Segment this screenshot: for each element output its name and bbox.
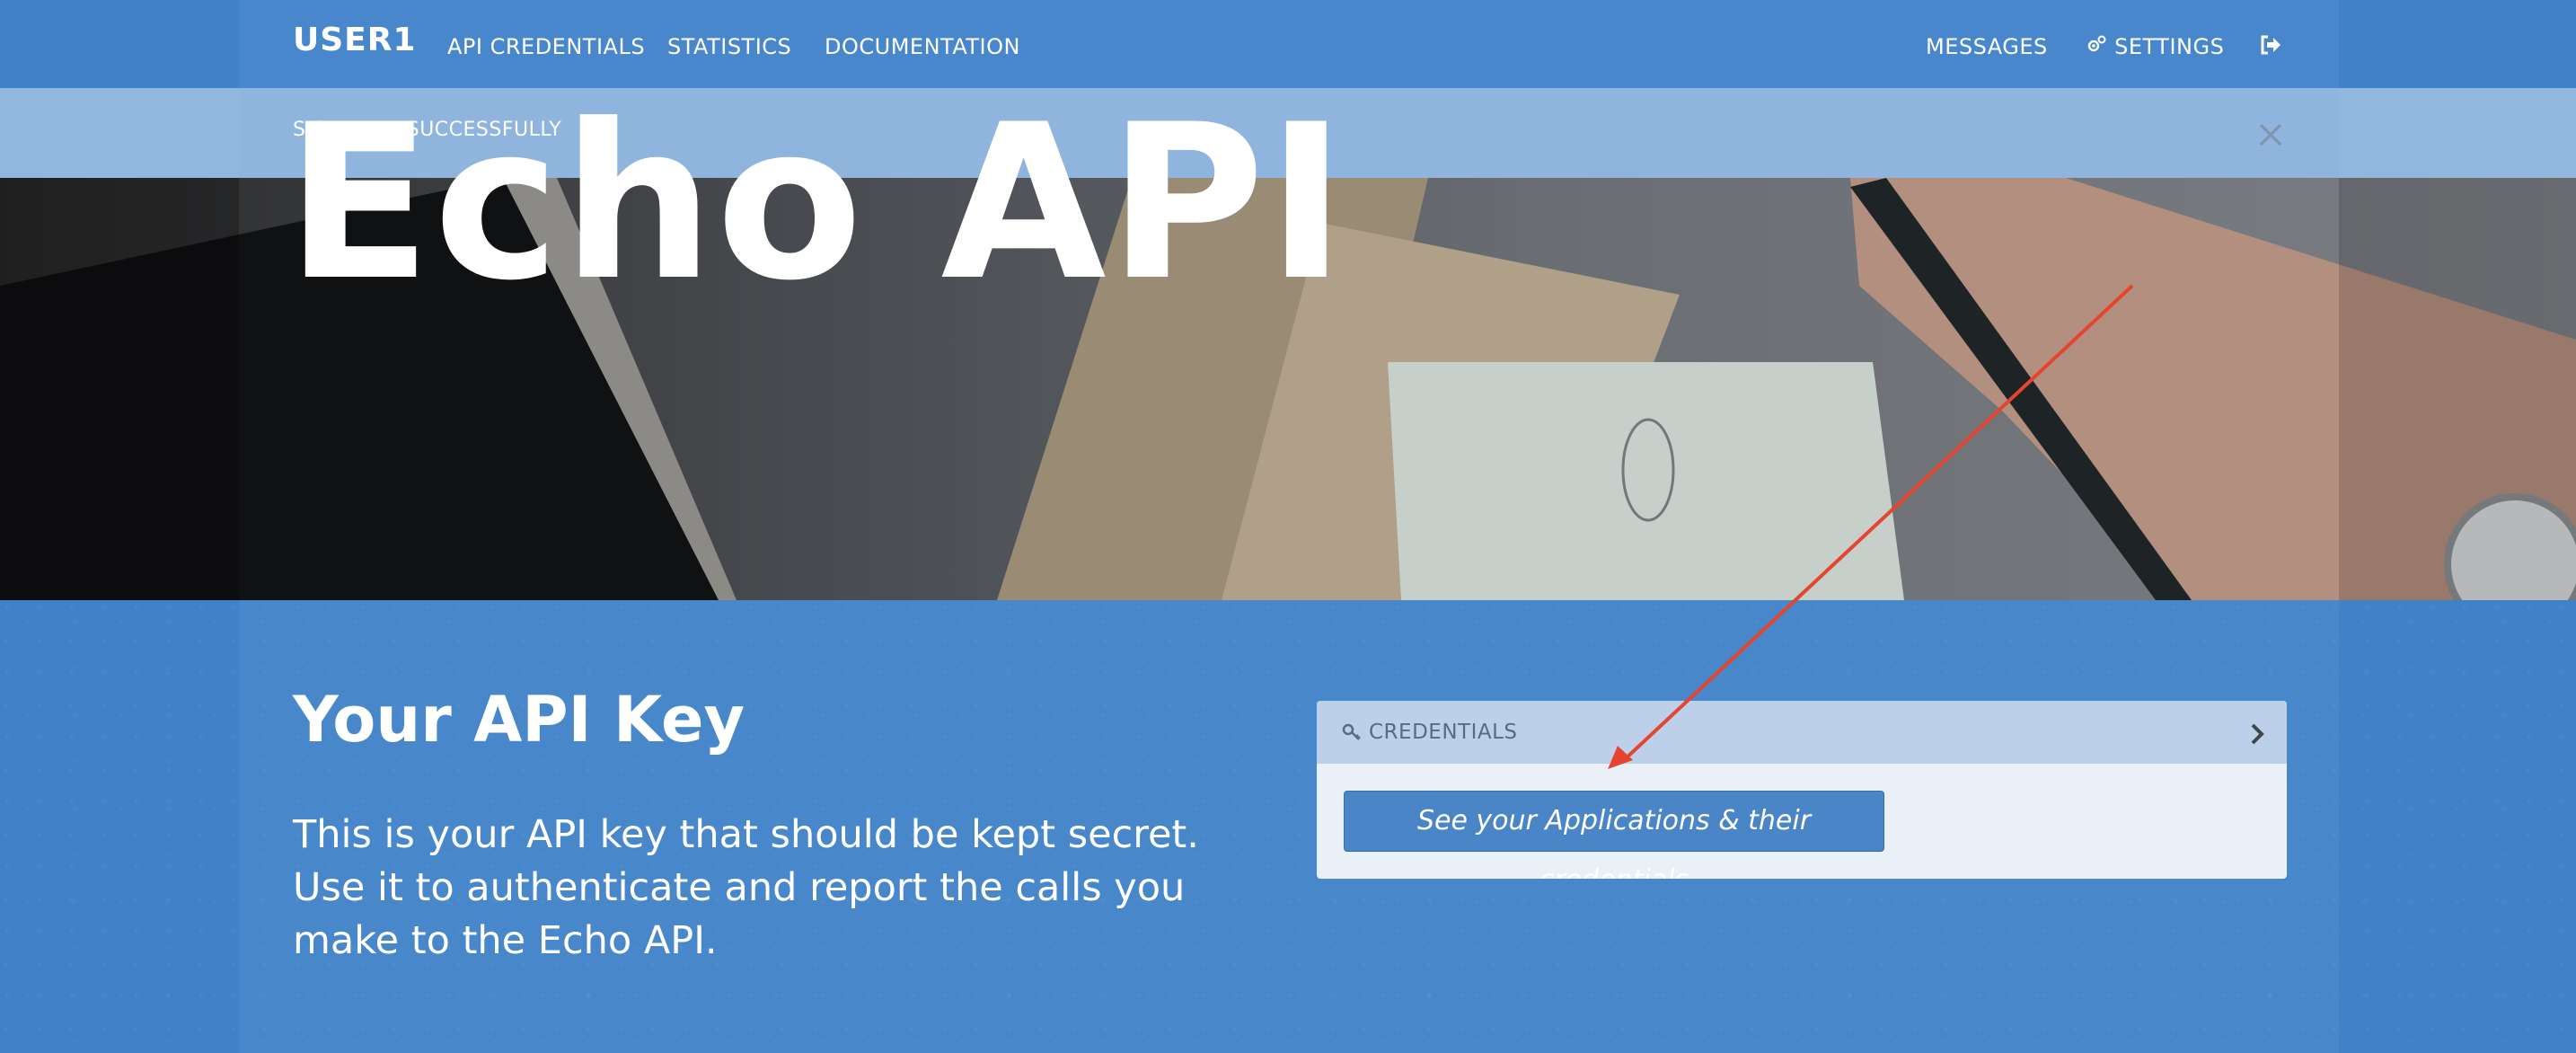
close-icon[interactable] — [2256, 120, 2285, 149]
api-key-description: This is your API key that should be kept… — [293, 812, 1199, 963]
credentials-panel: CREDENTIALS See your Applications & thei… — [1317, 701, 2287, 879]
nav-settings[interactable]: SETTINGS — [2086, 34, 2224, 61]
nav-api-credentials[interactable]: API CREDENTIALS — [447, 34, 645, 59]
brand-user[interactable]: USER1 — [293, 22, 417, 58]
chevron-right-icon[interactable] — [2247, 722, 2267, 749]
see-applications-button[interactable]: See your Applications & their credential… — [1344, 791, 1884, 879]
hero-shade-left — [0, 178, 239, 600]
hero-shade-right — [2339, 178, 2576, 600]
nav-documentation[interactable]: DOCUMENTATION — [825, 34, 1020, 59]
key-icon — [1342, 722, 1362, 746]
settings-label: SETTINGS — [2114, 34, 2225, 59]
api-key-title: Your API Key — [293, 683, 745, 757]
nav-statistics[interactable]: STATISTICS — [667, 34, 791, 59]
hero-title: Echo API — [286, 79, 1348, 328]
credentials-panel-header[interactable]: CREDENTIALS — [1317, 701, 2287, 764]
nav-messages[interactable]: MESSAGES — [1926, 34, 2048, 59]
gear-icon — [2086, 34, 2107, 61]
sign-out-icon[interactable] — [2258, 32, 2283, 63]
credentials-header-label: CREDENTIALS — [1369, 721, 1518, 744]
